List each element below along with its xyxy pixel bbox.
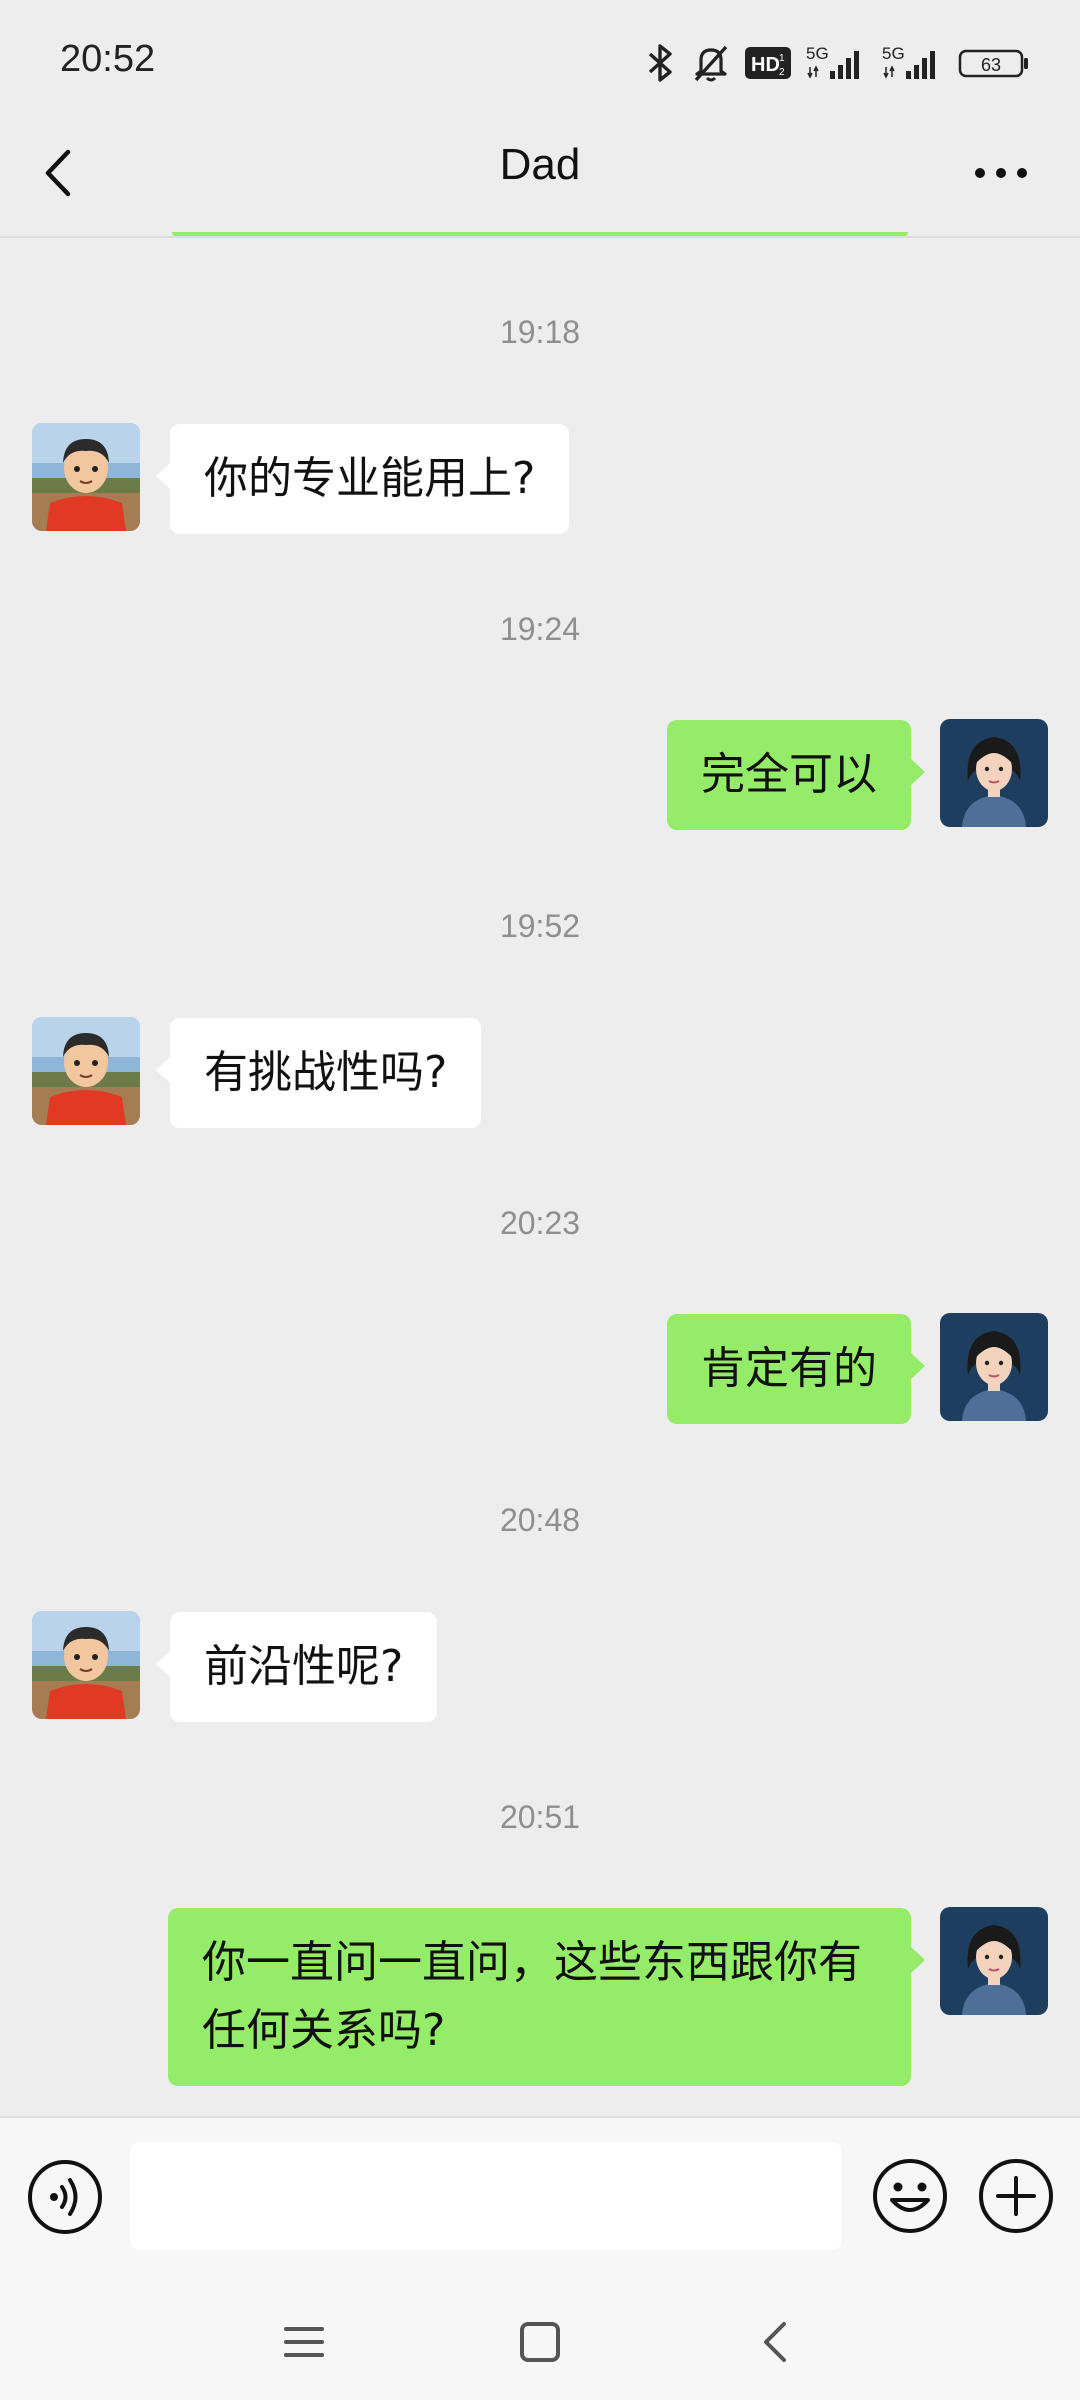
message-text: 有挑战性吗?: [204, 1047, 448, 1098]
input-bar: [0, 2116, 1080, 2278]
back-icon: [764, 2322, 786, 2362]
outgoing-message-bubble[interactable]: 完全可以: [667, 720, 925, 830]
emoji-button[interactable]: [870, 2156, 950, 2236]
battery-level: 63: [981, 55, 1001, 75]
message-text: 完全可以: [701, 749, 877, 800]
my-avatar[interactable]: [940, 719, 1048, 827]
incoming-message-bubble[interactable]: 有挑战性吗?: [155, 1018, 482, 1128]
incoming-message-bubble[interactable]: 你的专业能用上?: [155, 424, 570, 534]
voice-button[interactable]: [26, 2158, 104, 2236]
plus-button[interactable]: [976, 2156, 1056, 2236]
chat-title: Dad: [499, 140, 581, 189]
message-timestamp: 19:52: [499, 908, 581, 944]
svg-text:2: 2: [779, 67, 785, 78]
status-bar: 20:52 HD 1 2 5G 5G 63: [0, 0, 1080, 128]
my-avatar[interactable]: [940, 1313, 1048, 1421]
plus-icon: [979, 2159, 1053, 2233]
my-avatar[interactable]: [940, 1907, 1048, 2015]
network-label: 5G: [882, 44, 905, 63]
message-timestamp: 19:18: [499, 314, 581, 350]
signal-5g-icon: 5G: [806, 43, 868, 83]
hd-icon: HD 1 2: [744, 45, 792, 81]
recent-apps-button[interactable]: [274, 2312, 334, 2372]
previous-message-edge: [172, 232, 908, 236]
outgoing-message-bubble[interactable]: 你一直问一直问，这些东西跟你有 任何关系吗?: [168, 1908, 925, 2086]
signal-5g-icon: 5G: [882, 43, 944, 83]
dad-avatar[interactable]: [32, 423, 140, 531]
message-timestamp: 19:24: [499, 611, 581, 647]
message-input[interactable]: [130, 2142, 842, 2250]
status-time: 20:52: [60, 38, 156, 80]
status-icons: HD 1 2 5G 5G 63: [644, 38, 1030, 88]
message-text: 前沿性呢?: [204, 1641, 404, 1692]
bluetooth-icon: [644, 43, 678, 83]
more-dots-icon: [975, 168, 1027, 178]
message-list[interactable]: 19:18 你的专业能用上? 19:24 完全可以 19:52 有挑战性吗? 2…: [0, 238, 1080, 2116]
battery-icon: 63: [958, 45, 1030, 81]
message-timestamp: 20:23: [499, 1205, 581, 1241]
home-button[interactable]: [510, 2312, 570, 2372]
message-timestamp: 20:51: [499, 1799, 581, 1835]
message-text-line: 你一直问一直问，这些东西跟你有: [202, 1937, 862, 1988]
menu-icon: [284, 2327, 324, 2357]
svg-text:1: 1: [779, 53, 785, 64]
system-back-button[interactable]: [746, 2312, 806, 2372]
more-button[interactable]: [966, 148, 1036, 198]
chat-header: Dad: [0, 110, 1080, 238]
voice-input-icon: [28, 2160, 102, 2234]
dad-avatar[interactable]: [32, 1611, 140, 1719]
network-label: 5G: [806, 44, 829, 63]
incoming-message-bubble[interactable]: 前沿性呢?: [155, 1612, 438, 1722]
system-nav-bar: [0, 2276, 1080, 2400]
outgoing-message-bubble[interactable]: 肯定有的: [667, 1314, 925, 1424]
hd-label: HD: [751, 54, 780, 76]
home-icon: [520, 2322, 560, 2362]
dad-avatar[interactable]: [32, 1017, 140, 1125]
message-text-line: 任何关系吗?: [202, 2005, 446, 2056]
message-text: 你的专业能用上?: [204, 453, 536, 504]
message-text: 肯定有的: [701, 1343, 877, 1394]
mute-bell-icon: [692, 43, 730, 83]
message-timestamp: 20:48: [499, 1502, 581, 1538]
emoji-icon: [873, 2159, 947, 2233]
